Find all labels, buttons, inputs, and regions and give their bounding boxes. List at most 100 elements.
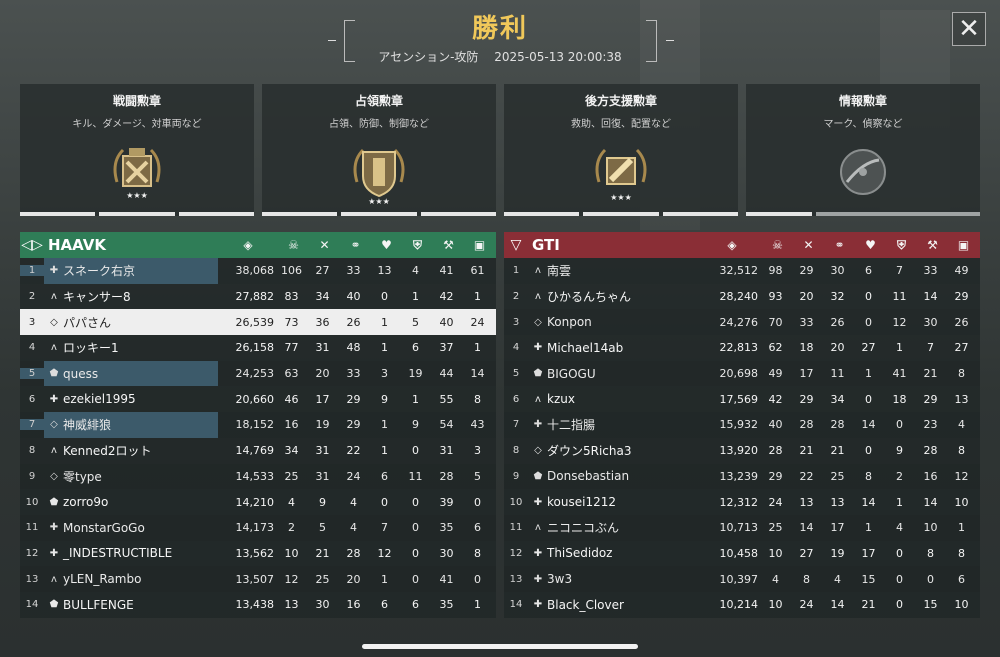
player-row[interactable]: 7 ✚ 十二指腸 15,932 40 28 28 14 0 23 4 — [504, 412, 980, 438]
stat-builds: 41 — [439, 572, 454, 586]
player-rank: 8 — [512, 445, 520, 457]
stat-kills: 98 — [768, 264, 783, 278]
medal-capture[interactable]: 占領勲章 占領、防御、制御など ★★★ — [262, 84, 496, 216]
player-cell: ◇ 神威緋狼 — [44, 412, 218, 438]
player-name: Konpon — [547, 315, 592, 330]
player-cell: ʌ キャンサー8 — [44, 284, 218, 310]
player-row[interactable]: 14 ✚ Black_Clover 10,214 10 24 14 21 0 15 10 — [504, 591, 980, 618]
crossed-swords-icon: ✕ — [319, 238, 330, 252]
player-row[interactable]: 8 ʌ Kenned2ロット 14,769 34 31 22 1 0 31 3 — [20, 437, 496, 464]
player-row[interactable]: 2 ʌ キャンサー8 27,882 83 34 40 0 1 42 1 — [20, 283, 496, 310]
player-row[interactable]: 9 ◇ 零type 14,533 25 31 24 6 11 28 5 — [20, 463, 496, 490]
player-row[interactable]: 12 ✚ ThiSedidoz 10,458 10 27 19 17 0 8 8 — [504, 540, 980, 567]
player-row[interactable]: 2 ʌ ひかるんちゃん 28,240 93 20 32 0 11 14 29 — [504, 283, 980, 310]
player-row[interactable]: 1 ʌ 南雲 32,512 98 29 30 6 7 33 49 — [504, 258, 980, 284]
player-row[interactable]: 8 ◇ ダウン5Richa3 13,920 28 21 21 0 9 28 8 — [504, 437, 980, 464]
svg-text:★★★: ★★★ — [610, 193, 632, 202]
stat-kills: 49 — [768, 367, 783, 381]
close-button[interactable]: ✕ — [952, 12, 986, 46]
class-icon: ⬟ — [49, 496, 59, 508]
stat-builds: 15 — [923, 598, 938, 612]
stat-defeats: 17 — [315, 392, 330, 406]
stat-defeats: 31 — [315, 444, 330, 458]
class-icon: ◇ — [534, 445, 542, 457]
player-row[interactable]: 3 ◇ パパさん 26,539 73 36 26 1 5 40 24 — [20, 309, 496, 336]
stat-captures: 1 — [412, 392, 419, 406]
stat-supply: 1 — [474, 290, 481, 304]
medal-support[interactable]: 後方支援勲章 救助、回復、配置など ★★★ — [504, 84, 738, 216]
stat-revives: 1 — [381, 418, 388, 432]
stat-captures: 7 — [896, 264, 903, 278]
player-cell: ʌ kzux — [528, 386, 702, 412]
stat-assists: 28 — [346, 546, 361, 560]
stat-revives: 0 — [381, 290, 388, 304]
player-name: 3w3 — [547, 572, 573, 587]
player-row[interactable]: 3 ◇ Konpon 24,276 70 33 26 0 12 30 26 — [504, 309, 980, 336]
stat-builds: 8 — [927, 546, 934, 560]
stat-assists: 33 — [346, 367, 361, 381]
player-row[interactable]: 11 ✚ MonstarGoGo 14,173 2 5 4 7 0 35 6 — [20, 514, 496, 541]
player-rank: 6 — [28, 393, 36, 405]
player-row[interactable]: 5 ⬟ quess 24,253 63 20 33 3 19 44 14 — [20, 360, 496, 387]
result-title: 勝利 — [471, 14, 528, 44]
stat-captures: 41 — [892, 367, 907, 381]
stat-score: 26,539 — [235, 315, 275, 329]
player-row[interactable]: 10 ⬟ zorro9o 14,210 4 9 4 0 0 39 0 — [20, 489, 496, 515]
stat-kills: 77 — [284, 341, 299, 355]
stat-defeats: 8 — [803, 572, 810, 586]
player-row[interactable]: 4 ✚ Michael14ab 22,813 62 18 20 27 1 7 27 — [504, 335, 980, 361]
player-row[interactable]: 10 ✚ kousei1212 12,312 24 13 13 14 1 14 10 — [504, 489, 980, 515]
player-name: キャンサー8 — [63, 290, 131, 305]
player-rank: 8 — [28, 445, 36, 457]
player-row[interactable]: 13 ✚ 3w3 10,397 4 8 4 15 0 0 6 — [504, 566, 980, 592]
stat-score: 24,253 — [235, 367, 275, 381]
stat-revives: 1 — [381, 315, 388, 329]
medal-intel[interactable]: 情報勲章 マーク、偵察など — [746, 84, 980, 216]
player-rank: 5 — [20, 368, 44, 380]
player-row[interactable]: 14 ⬟ BULLFENGE 13,438 13 30 16 6 6 35 1 — [20, 591, 496, 618]
player-name: Michael14ab — [547, 340, 624, 355]
player-row[interactable]: 4 ʌ ロッキー1 26,158 77 31 48 1 6 37 1 — [20, 335, 496, 361]
stat-supply: 0 — [474, 495, 481, 509]
stat-captures: 0 — [896, 598, 903, 612]
stat-captures: 4 — [896, 521, 903, 535]
player-row[interactable]: 11 ʌ ニコニコぶん 10,713 25 14 17 1 4 10 1 — [504, 514, 980, 541]
stat-builds: 39 — [439, 495, 454, 509]
stat-kills: 42 — [768, 392, 783, 406]
class-icon: ✚ — [533, 599, 543, 611]
home-indicator[interactable] — [362, 644, 638, 649]
stat-defeats: 29 — [799, 264, 814, 278]
stat-kills: 25 — [768, 521, 783, 535]
stat-captures: 2 — [896, 469, 903, 483]
player-row[interactable]: 6 ✚ ezekiel1995 20,660 46 17 29 9 1 55 8 — [20, 386, 496, 413]
player-list: 1 ʌ 南雲 32,512 98 29 30 6 7 33 49 2 ʌ ひかるんちゃん 28,240 93 2… — [504, 258, 980, 618]
stat-defeats: 27 — [799, 546, 814, 560]
stat-supply: 24 — [470, 315, 485, 329]
stat-builds: 41 — [439, 264, 454, 278]
stat-defeats: 14 — [799, 521, 814, 535]
player-row[interactable]: 9 ⬟ Donsebastian 13,239 29 22 25 8 2 16 12 — [504, 463, 980, 490]
player-rank: 7 — [20, 419, 44, 431]
stat-builds: 29 — [923, 392, 938, 406]
medal-combat[interactable]: 戦闘勲章 キル、ダメージ、対車両など ★★★ — [20, 84, 254, 216]
team-header: ▽ GTI ◈ ☠ ✕ ⚭ ♥ ⛨ ⚒ ▣ — [504, 232, 980, 258]
stat-assists: 16 — [346, 598, 361, 612]
stat-assists: 30 — [830, 264, 845, 278]
stat-revives: 1 — [865, 367, 872, 381]
player-row[interactable]: 12 ✚ _INDESTRUCTIBLE 13,562 10 21 28 12 0 30 8 — [20, 540, 496, 567]
class-icon: ◇ — [50, 419, 58, 431]
class-icon: ⬟ — [49, 599, 59, 611]
stat-revives: 1 — [381, 572, 388, 586]
player-row[interactable]: 1 ✚ スネーク右京 38,068 106 27 33 13 4 41 61 — [20, 258, 496, 284]
stat-builds: 35 — [439, 521, 454, 535]
stat-score: 20,698 — [719, 367, 759, 381]
player-row[interactable]: 13 ʌ yLEN_Rambo 13,507 12 25 20 1 0 41 0 — [20, 566, 496, 592]
player-row[interactable]: 6 ʌ kzux 17,569 42 29 34 0 18 29 13 — [504, 386, 980, 413]
stat-defeats: 36 — [315, 315, 330, 329]
capture-icon: ⛨ — [412, 237, 422, 252]
player-row[interactable]: 7 ◇ 神威緋狼 18,152 16 19 29 1 9 54 43 — [20, 412, 496, 438]
player-row[interactable]: 5 ⬟ BIGOGU 20,698 49 17 11 1 41 21 8 — [504, 360, 980, 387]
class-icon: ◇ — [534, 316, 542, 328]
player-rank: 13 — [509, 573, 523, 585]
stat-supply: 1 — [474, 341, 481, 355]
